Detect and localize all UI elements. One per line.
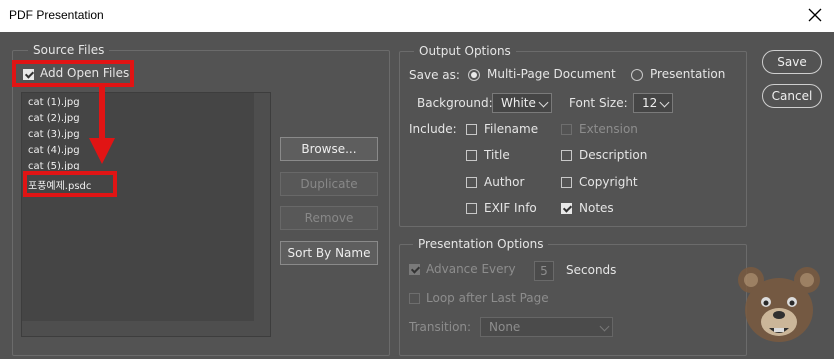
cancel-button[interactable]: Cancel — [762, 84, 822, 108]
advance-every-label[interactable]: Advance Every — [426, 262, 516, 276]
filename-checkbox[interactable] — [466, 124, 477, 135]
chevron-down-icon — [659, 97, 670, 108]
source-files-legend: Source Files — [28, 43, 110, 57]
include-label: Include: — [409, 122, 457, 136]
transition-value: None — [489, 320, 521, 334]
file-item[interactable]: cat (2).jpg — [28, 113, 80, 124]
font-size-select[interactable]: 12 — [633, 93, 673, 113]
exif-info-label[interactable]: EXIF Info — [484, 201, 537, 215]
copyright-checkbox[interactable] — [561, 177, 572, 188]
notes-checkbox[interactable] — [561, 203, 572, 214]
duplicate-button[interactable]: Duplicate — [280, 172, 378, 196]
loop-label[interactable]: Loop after Last Page — [426, 291, 549, 305]
title-checkbox[interactable] — [466, 150, 477, 161]
file-item[interactable]: cat (3).jpg — [28, 129, 80, 140]
extension-label[interactable]: Extension — [579, 122, 638, 136]
font-size-label: Font Size: — [569, 96, 628, 110]
sort-by-name-button[interactable]: Sort By Name — [280, 241, 378, 265]
background-label: Background: — [417, 96, 493, 110]
advance-every-checkbox[interactable] — [409, 264, 420, 275]
title-bar: PDF Presentation — [0, 0, 834, 32]
loop-checkbox[interactable] — [409, 293, 420, 304]
vertical-scrollbar[interactable] — [254, 93, 270, 336]
close-icon[interactable] — [806, 6, 824, 24]
filename-label[interactable]: Filename — [484, 122, 538, 136]
author-checkbox[interactable] — [466, 177, 477, 188]
background-select[interactable]: White — [492, 93, 552, 113]
transition-select[interactable]: None — [480, 317, 613, 337]
extension-checkbox[interactable] — [561, 124, 572, 135]
description-label[interactable]: Description — [579, 148, 647, 162]
horizontal-scrollbar[interactable] — [22, 321, 254, 336]
chevron-down-icon — [599, 321, 610, 332]
font-size-value: 12 — [642, 96, 658, 110]
multi-page-radio[interactable] — [468, 69, 480, 81]
description-checkbox[interactable] — [561, 150, 572, 161]
multi-page-label[interactable]: Multi-Page Document — [487, 67, 616, 81]
highlight-psdc-file — [23, 171, 117, 197]
presentation-radio[interactable] — [631, 69, 643, 81]
file-item[interactable]: cat (4).jpg — [28, 145, 80, 156]
presentation-label[interactable]: Presentation — [650, 67, 725, 81]
copyright-label[interactable]: Copyright — [579, 175, 638, 189]
notes-label[interactable]: Notes — [579, 201, 614, 215]
seconds-label: Seconds — [566, 263, 617, 277]
advance-seconds-input[interactable]: 5 — [534, 261, 554, 281]
source-files-list[interactable]: cat (1).jpg cat (2).jpg cat (3).jpg cat … — [21, 92, 271, 337]
highlight-add-open-files — [12, 60, 134, 87]
browse-button[interactable]: Browse... — [280, 137, 378, 161]
bear-mascot-watermark — [738, 267, 820, 342]
author-label[interactable]: Author — [484, 175, 524, 189]
remove-button[interactable]: Remove — [280, 206, 378, 230]
output-options-legend: Output Options — [414, 44, 516, 58]
title-label[interactable]: Title — [484, 148, 510, 162]
transition-label: Transition: — [409, 320, 472, 334]
background-value: White — [501, 96, 536, 110]
save-as-label: Save as: — [409, 68, 460, 82]
red-arrow — [89, 84, 115, 164]
exif-info-checkbox[interactable] — [466, 203, 477, 214]
window-title: PDF Presentation — [9, 8, 104, 22]
file-item[interactable]: cat (1).jpg — [28, 97, 80, 108]
file-item[interactable]: cat (5).jpg — [28, 161, 80, 170]
chevron-down-icon — [538, 97, 549, 108]
save-button[interactable]: Save — [762, 50, 822, 74]
presentation-options-legend: Presentation Options — [413, 237, 549, 251]
pdf-presentation-dialog: Source Files Add Open Files cat (1).jpg … — [0, 32, 834, 359]
